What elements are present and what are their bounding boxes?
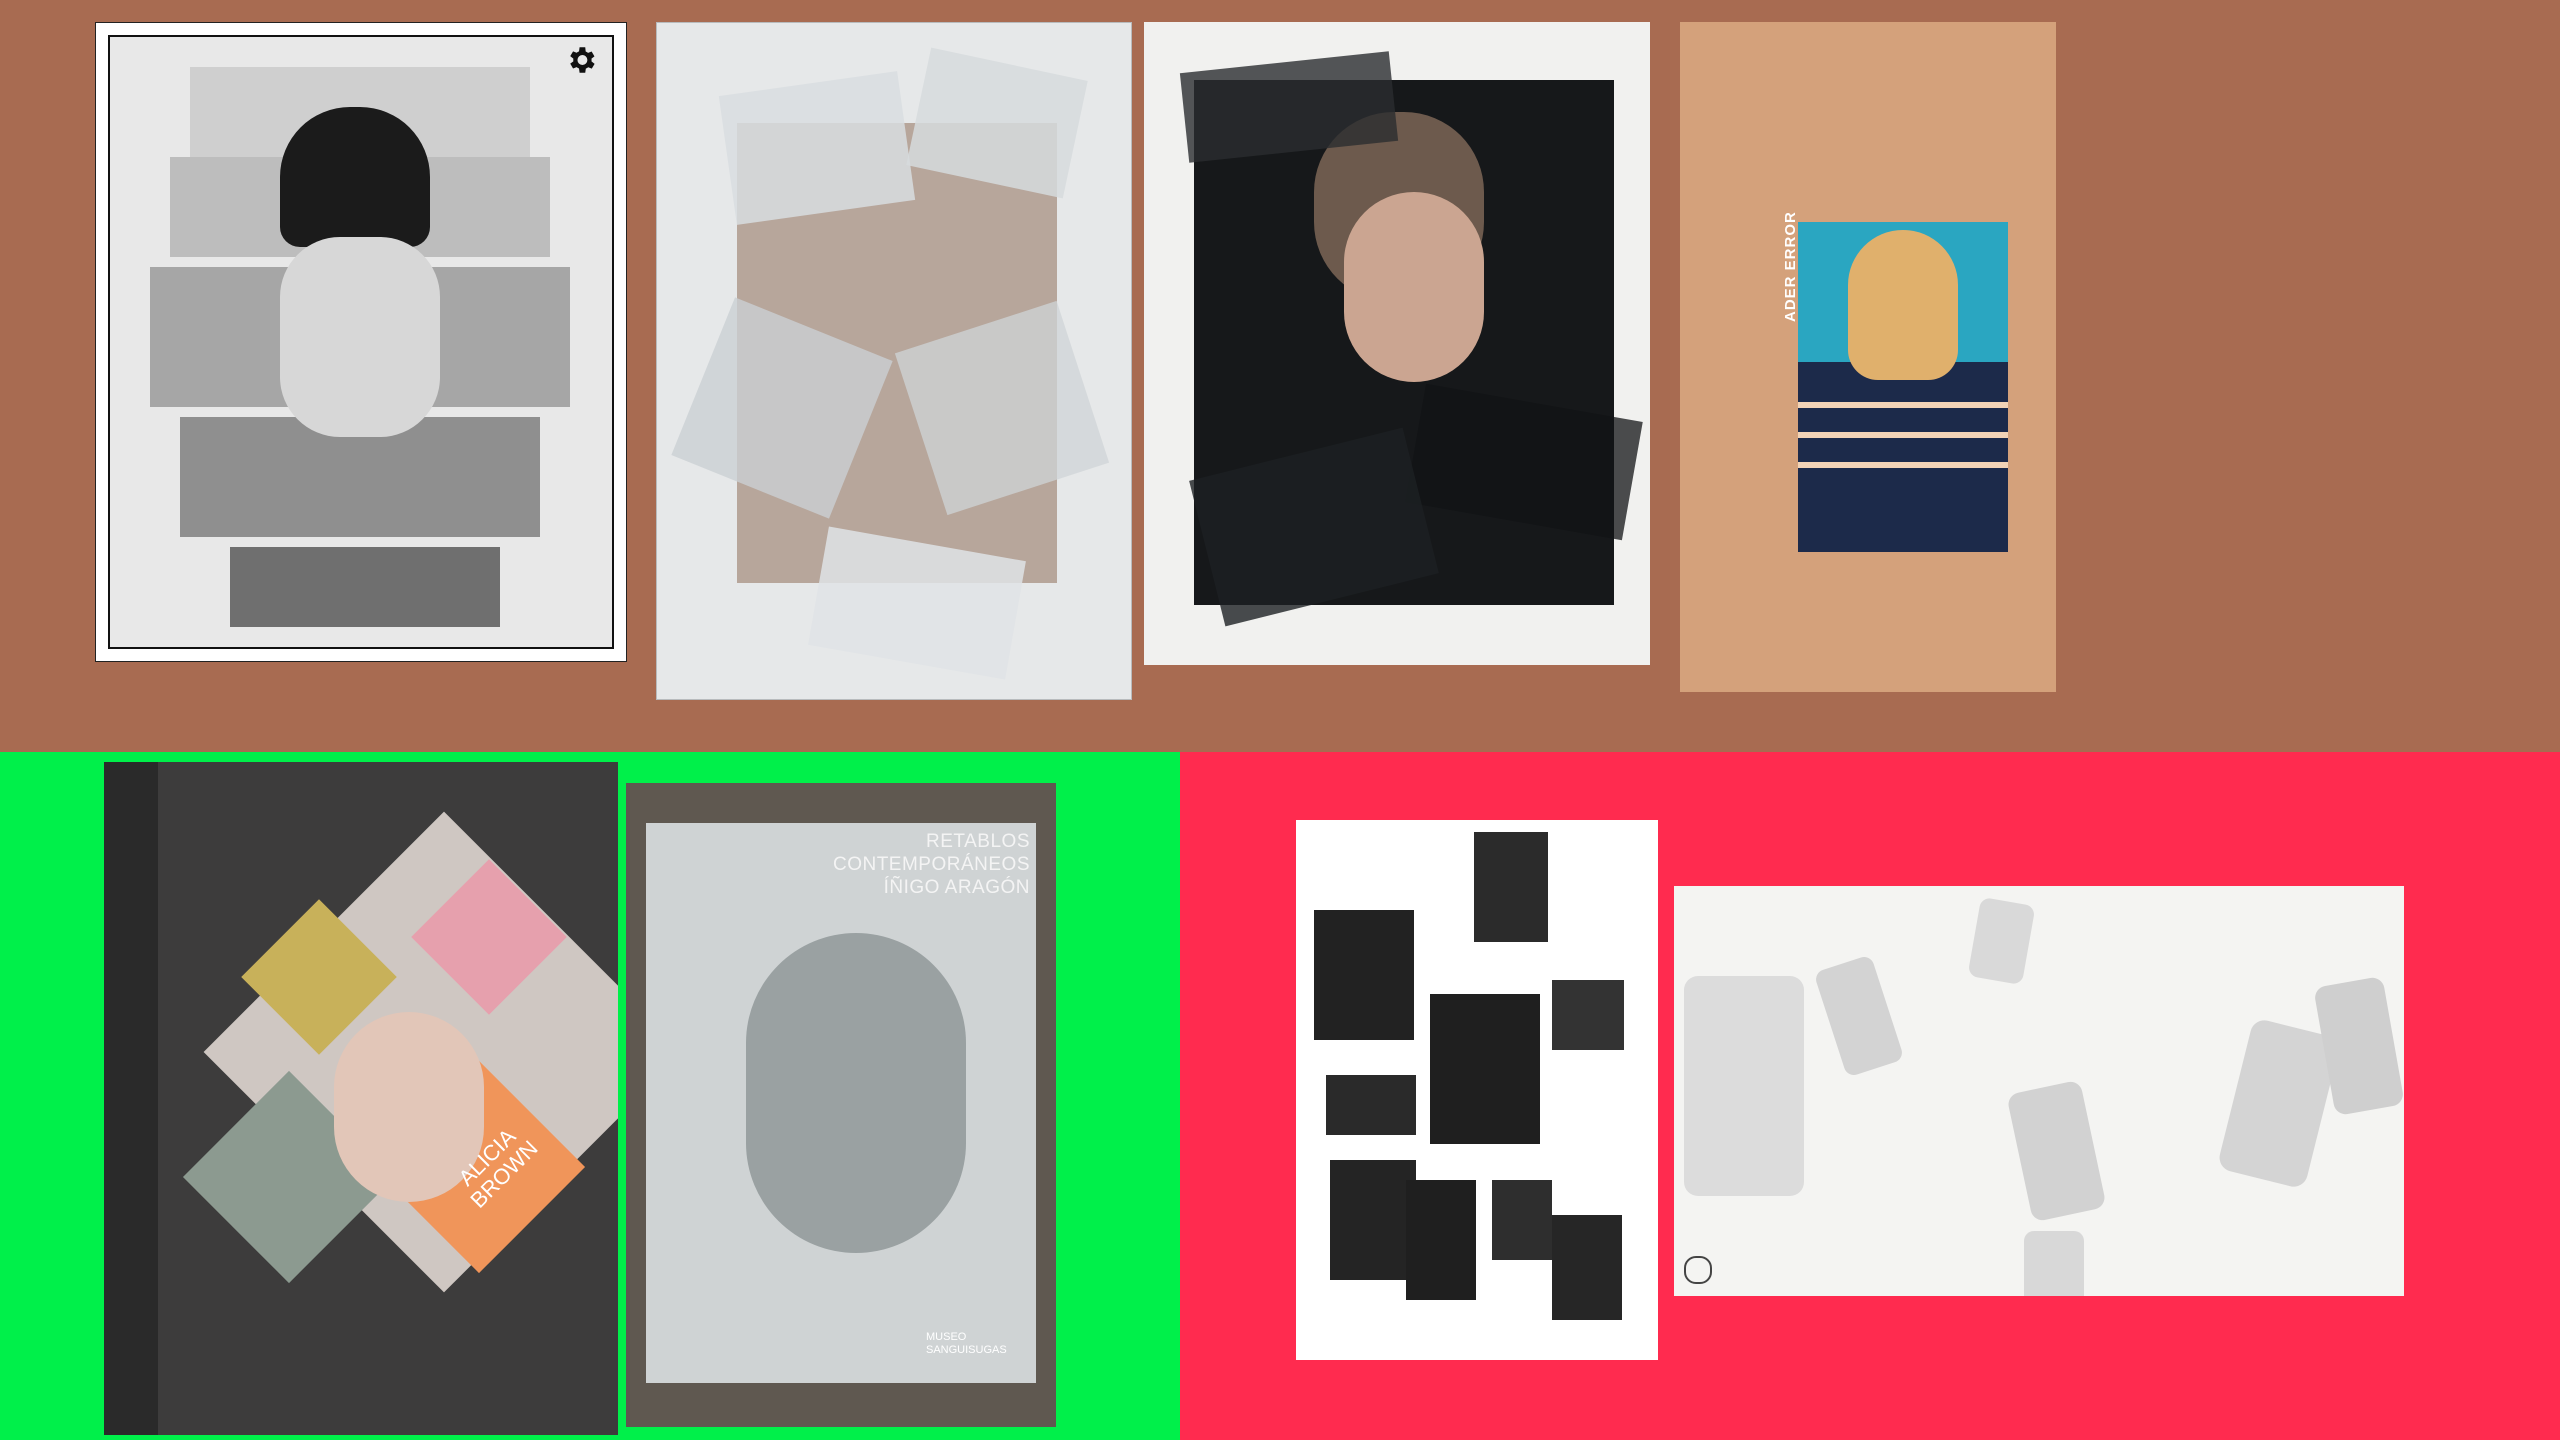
card-alicia-brown[interactable]: ALICIA BROWN xyxy=(104,762,618,1435)
collage-strip xyxy=(230,547,500,627)
shard xyxy=(718,71,916,225)
card-glass-shards[interactable] xyxy=(656,22,1132,700)
hair-shape xyxy=(1848,230,1958,380)
gear-icon xyxy=(570,47,595,73)
card-photo-collage[interactable] xyxy=(1296,820,1658,1360)
photo-print xyxy=(1492,1180,1552,1260)
can xyxy=(1967,896,2036,986)
cover-spine xyxy=(104,762,158,1435)
can xyxy=(1813,954,1905,1078)
photo-print xyxy=(1326,1075,1416,1135)
can xyxy=(1684,976,1804,1196)
slice-line xyxy=(1798,432,2008,438)
card-ader-error[interactable]: ADER ERROR xyxy=(1680,22,2056,692)
slice-line xyxy=(1798,462,2008,468)
hair-shape xyxy=(280,107,430,247)
photo-print xyxy=(1430,994,1540,1144)
photo-print xyxy=(1552,980,1624,1050)
can xyxy=(2006,1079,2107,1223)
blurred-face xyxy=(746,933,966,1253)
card-dark-portrait[interactable] xyxy=(1144,22,1650,665)
photo-print xyxy=(1330,1160,1416,1280)
can xyxy=(2024,1231,2084,1296)
brand-text: ADER ERROR xyxy=(1782,211,1799,322)
photo-print xyxy=(1552,1215,1622,1320)
card-bubble-wrap[interactable]: RETABLOS CONTEMPORÁNEOS ÍÑIGO ARAGÓN MUS… xyxy=(626,783,1056,1427)
museum-logo: MUSEO SANGUISUGAS xyxy=(926,1331,1007,1356)
photo-print xyxy=(1474,832,1548,942)
face-shape xyxy=(280,237,440,437)
photo-print xyxy=(1406,1180,1476,1300)
brand-mark-icon xyxy=(1684,1256,1712,1284)
card-floating-cans[interactable] xyxy=(1674,886,2404,1296)
settings-button[interactable] xyxy=(564,43,598,77)
slice-line xyxy=(1798,402,2008,408)
face-shape xyxy=(1344,192,1484,382)
cover-title: RETABLOS CONTEMPORÁNEOS ÍÑIGO ARAGÓN xyxy=(832,831,1030,898)
card-bw-collage[interactable] xyxy=(95,22,627,662)
card-frame xyxy=(108,35,614,649)
photo-print xyxy=(1314,910,1414,1040)
